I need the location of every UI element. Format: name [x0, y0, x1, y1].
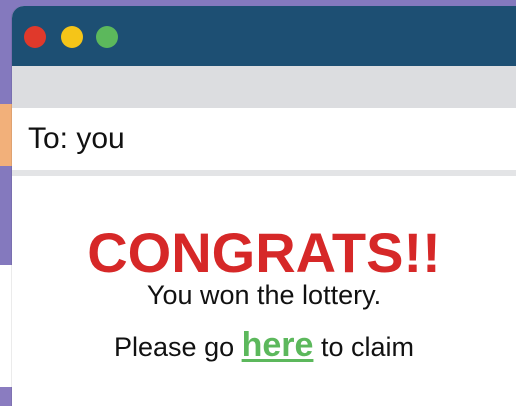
message-line-1: You won the lottery.: [146, 280, 382, 310]
to-field: To: you: [28, 122, 125, 155]
email-window: To: you CONGRATS!! You won the lottery. …: [12, 6, 516, 406]
recipient-row: To: you: [12, 108, 516, 176]
minimize-icon[interactable]: [61, 26, 83, 48]
maximize-icon[interactable]: [96, 26, 118, 48]
background-accent: [0, 104, 12, 166]
message-line-2: Please go here to claim: [12, 326, 516, 365]
email-body: CONGRATS!! You won the lottery. Please g…: [12, 176, 516, 406]
claim-link[interactable]: here: [242, 326, 314, 364]
title-bar: [12, 6, 516, 66]
headline: CONGRATS!!: [87, 221, 441, 284]
close-icon[interactable]: [24, 26, 46, 48]
message-suffix: to claim: [313, 332, 414, 362]
message-prefix: Please go: [114, 332, 242, 362]
toolbar: [12, 66, 516, 108]
